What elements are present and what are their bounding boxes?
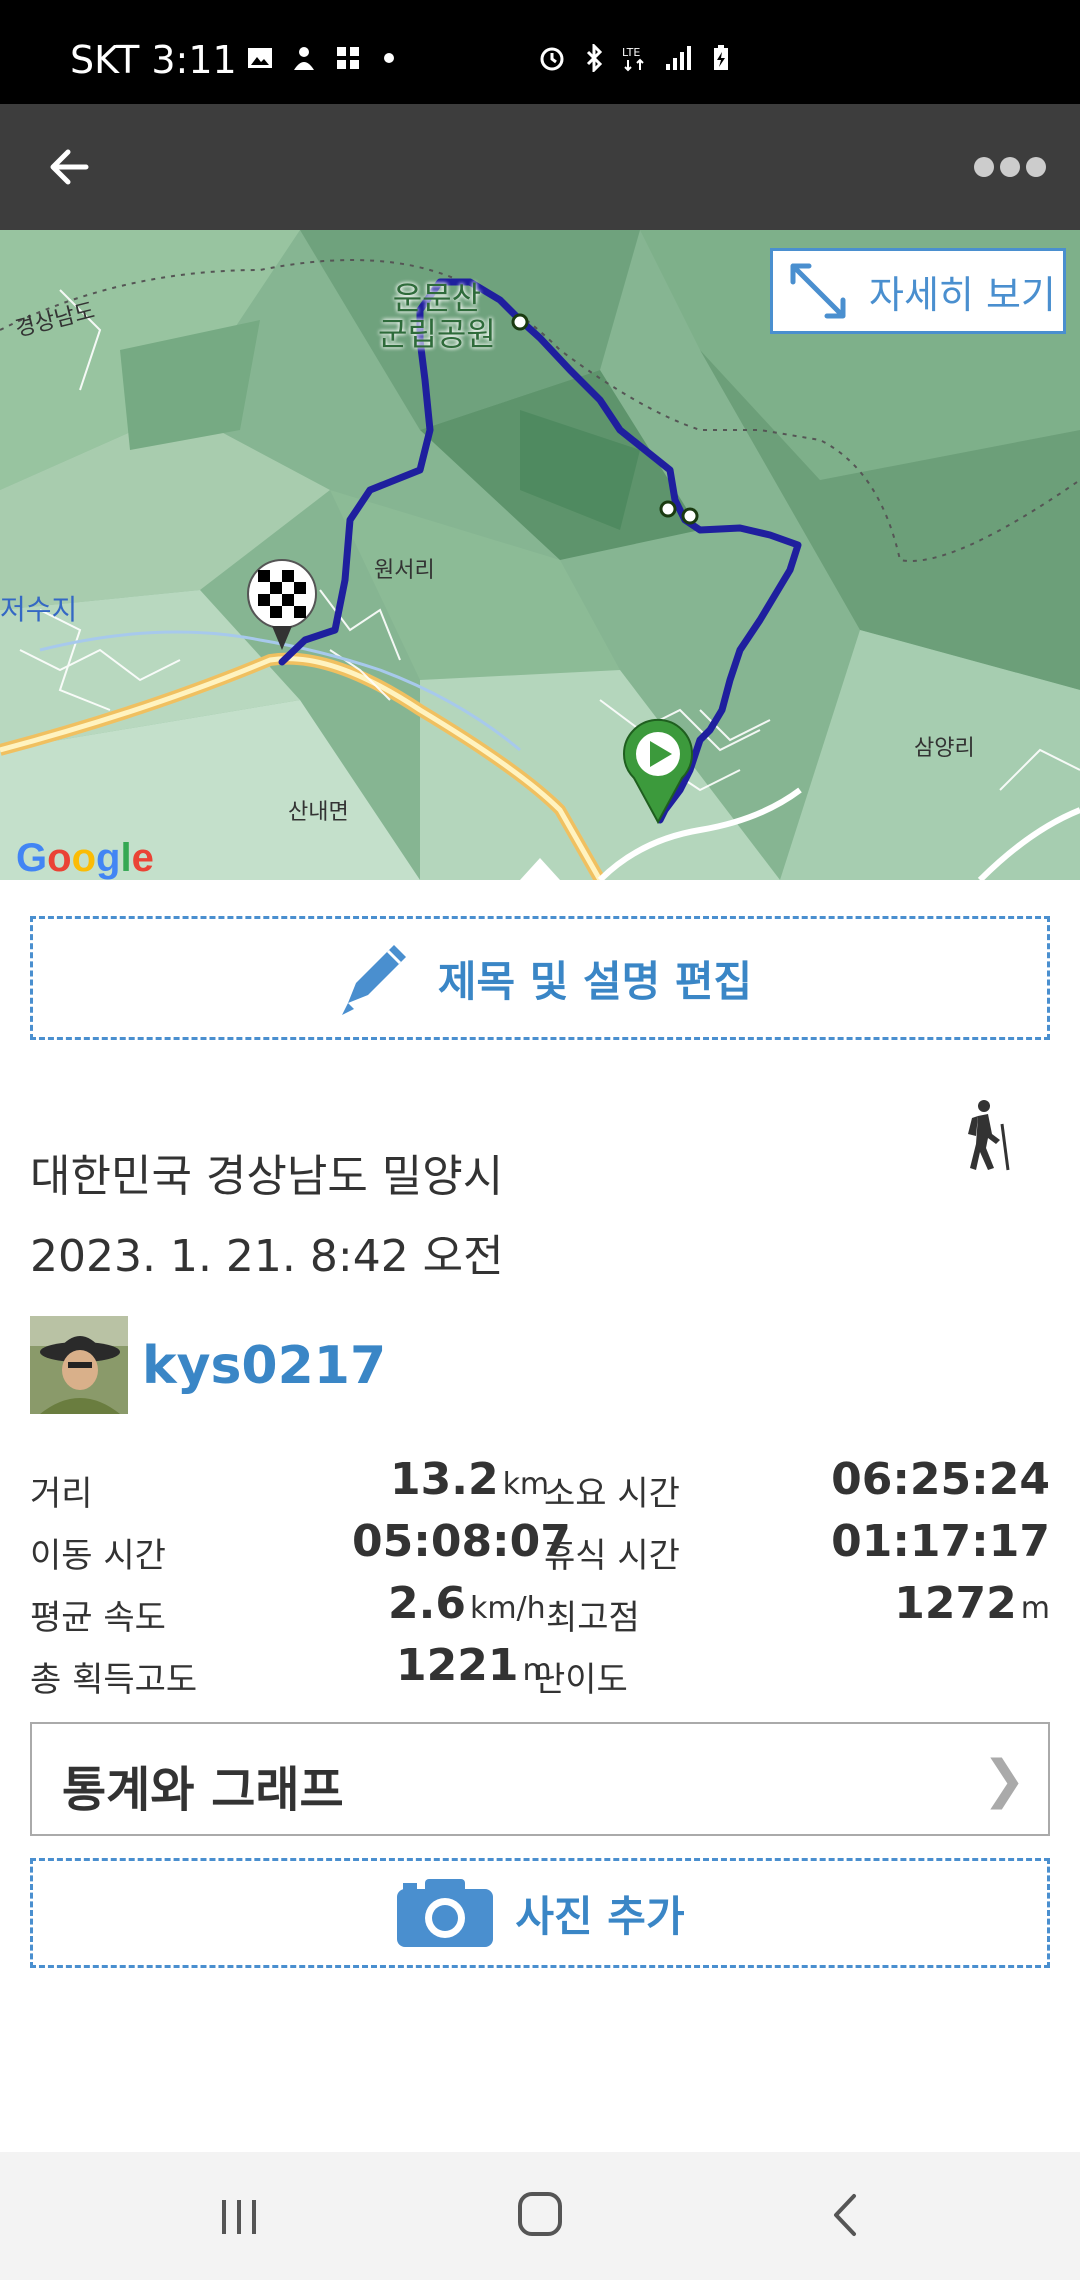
duration-value: 06:25:24 bbox=[831, 1454, 1050, 1505]
stats-graph-button[interactable]: 통계와 그래프 ❯ bbox=[30, 1722, 1050, 1836]
status-system-icons: LTE bbox=[538, 44, 734, 72]
camera-icon bbox=[397, 1879, 494, 1947]
recent-apps-icon[interactable] bbox=[214, 2192, 264, 2242]
stats-table: 거리 13.2 km 소요 시간 06:25:24 이동 시간 05:08:07 … bbox=[30, 1450, 1050, 1700]
username[interactable]: kys0217 bbox=[142, 1336, 386, 1396]
avg-speed-value: 2.6 km/h bbox=[388, 1578, 546, 1629]
add-photo-button[interactable]: 사진 추가 bbox=[30, 1858, 1050, 1968]
map-label-samyang: 삼양리 bbox=[914, 736, 975, 761]
max-elevation-value: 1272 m bbox=[894, 1578, 1050, 1629]
avatar-image bbox=[30, 1316, 128, 1414]
google-logo: Google bbox=[16, 836, 154, 880]
stats-graph-label: 통계와 그래프 bbox=[62, 1762, 344, 1818]
distance-label: 거리 bbox=[30, 1474, 93, 1514]
expand-arrows-icon bbox=[790, 263, 846, 319]
distance-value: 13.2 km bbox=[390, 1454, 550, 1505]
avatar[interactable] bbox=[30, 1316, 128, 1414]
status-carrier-time: SKT 3:11 bbox=[70, 38, 237, 82]
svg-text:LTE: LTE bbox=[622, 46, 640, 59]
rest-time-label: 휴식 시간 bbox=[544, 1536, 680, 1576]
alarm-icon bbox=[540, 47, 564, 71]
app-bar bbox=[0, 104, 1080, 230]
home-icon[interactable] bbox=[514, 2188, 566, 2240]
more-dots-icon[interactable] bbox=[970, 142, 1050, 192]
duration-label: 소요 시간 bbox=[544, 1474, 680, 1514]
gallery-icon bbox=[248, 48, 272, 68]
nav-back-icon[interactable] bbox=[820, 2188, 870, 2242]
grid-app-icon bbox=[337, 47, 359, 69]
system-nav-bar bbox=[0, 2152, 1080, 2280]
status-notification-icons bbox=[246, 44, 394, 72]
lte-icon: LTE bbox=[622, 46, 644, 72]
elevation-gain-label: 총 획득고도 bbox=[30, 1660, 198, 1700]
bluetooth-icon bbox=[586, 44, 603, 72]
max-elevation-label: 최고점 bbox=[546, 1598, 640, 1638]
add-photo-label: 사진 추가 bbox=[515, 1891, 685, 1941]
rest-time-value: 01:17:17 bbox=[831, 1516, 1050, 1567]
signal-icon bbox=[666, 46, 691, 70]
map-expand-label: 자세히 보기 bbox=[869, 272, 1056, 317]
map-label-park: 운문산 군립공원 bbox=[378, 279, 496, 353]
difficulty-label: 난이도 bbox=[534, 1660, 628, 1700]
hiker-icon bbox=[968, 1100, 1010, 1171]
pencil-icon bbox=[341, 945, 406, 1015]
avg-speed-label: 평균 속도 bbox=[30, 1598, 166, 1638]
map-label-wonseo: 원서리 bbox=[374, 558, 435, 583]
arrow-left-icon[interactable] bbox=[40, 134, 106, 200]
map-label-reservoir: 저수지 bbox=[0, 593, 78, 626]
stats-row-1: 거리 13.2 km 소요 시간 06:25:24 bbox=[30, 1450, 1050, 1514]
battery-charging-icon bbox=[714, 45, 728, 70]
more-notifications-icon bbox=[384, 53, 394, 63]
stats-row-2: 이동 시간 05:08:07 휴식 시간 01:17:17 bbox=[30, 1512, 1050, 1576]
edit-title-button[interactable]: 제목 및 설명 편집 bbox=[30, 916, 1050, 1040]
stats-row-3: 평균 속도 2.6 km/h 최고점 1272 m bbox=[30, 1574, 1050, 1638]
status-bar: SKT 3:11 LTE bbox=[0, 0, 1080, 104]
moving-time-value: 05:08:07 bbox=[352, 1516, 571, 1567]
elevation-gain-value: 1221 m bbox=[396, 1640, 552, 1691]
map-expand-button[interactable]: 자세히 보기 bbox=[770, 248, 1066, 334]
stats-row-4: 총 획득고도 1221 m 난이도 bbox=[30, 1636, 1050, 1700]
chevron-right-icon: ❯ bbox=[982, 1750, 1026, 1810]
map-label-sannae: 산내면 bbox=[288, 800, 349, 825]
moving-time-label: 이동 시간 bbox=[30, 1536, 166, 1576]
activity-datetime: 2023. 1. 21. 8:42 오전 bbox=[30, 1231, 504, 1282]
app-notification-icon bbox=[294, 47, 314, 70]
activity-location: 대한민국 경상남도 밀양시 bbox=[30, 1151, 504, 1202]
edit-title-label: 제목 및 설명 편집 bbox=[437, 956, 753, 1006]
